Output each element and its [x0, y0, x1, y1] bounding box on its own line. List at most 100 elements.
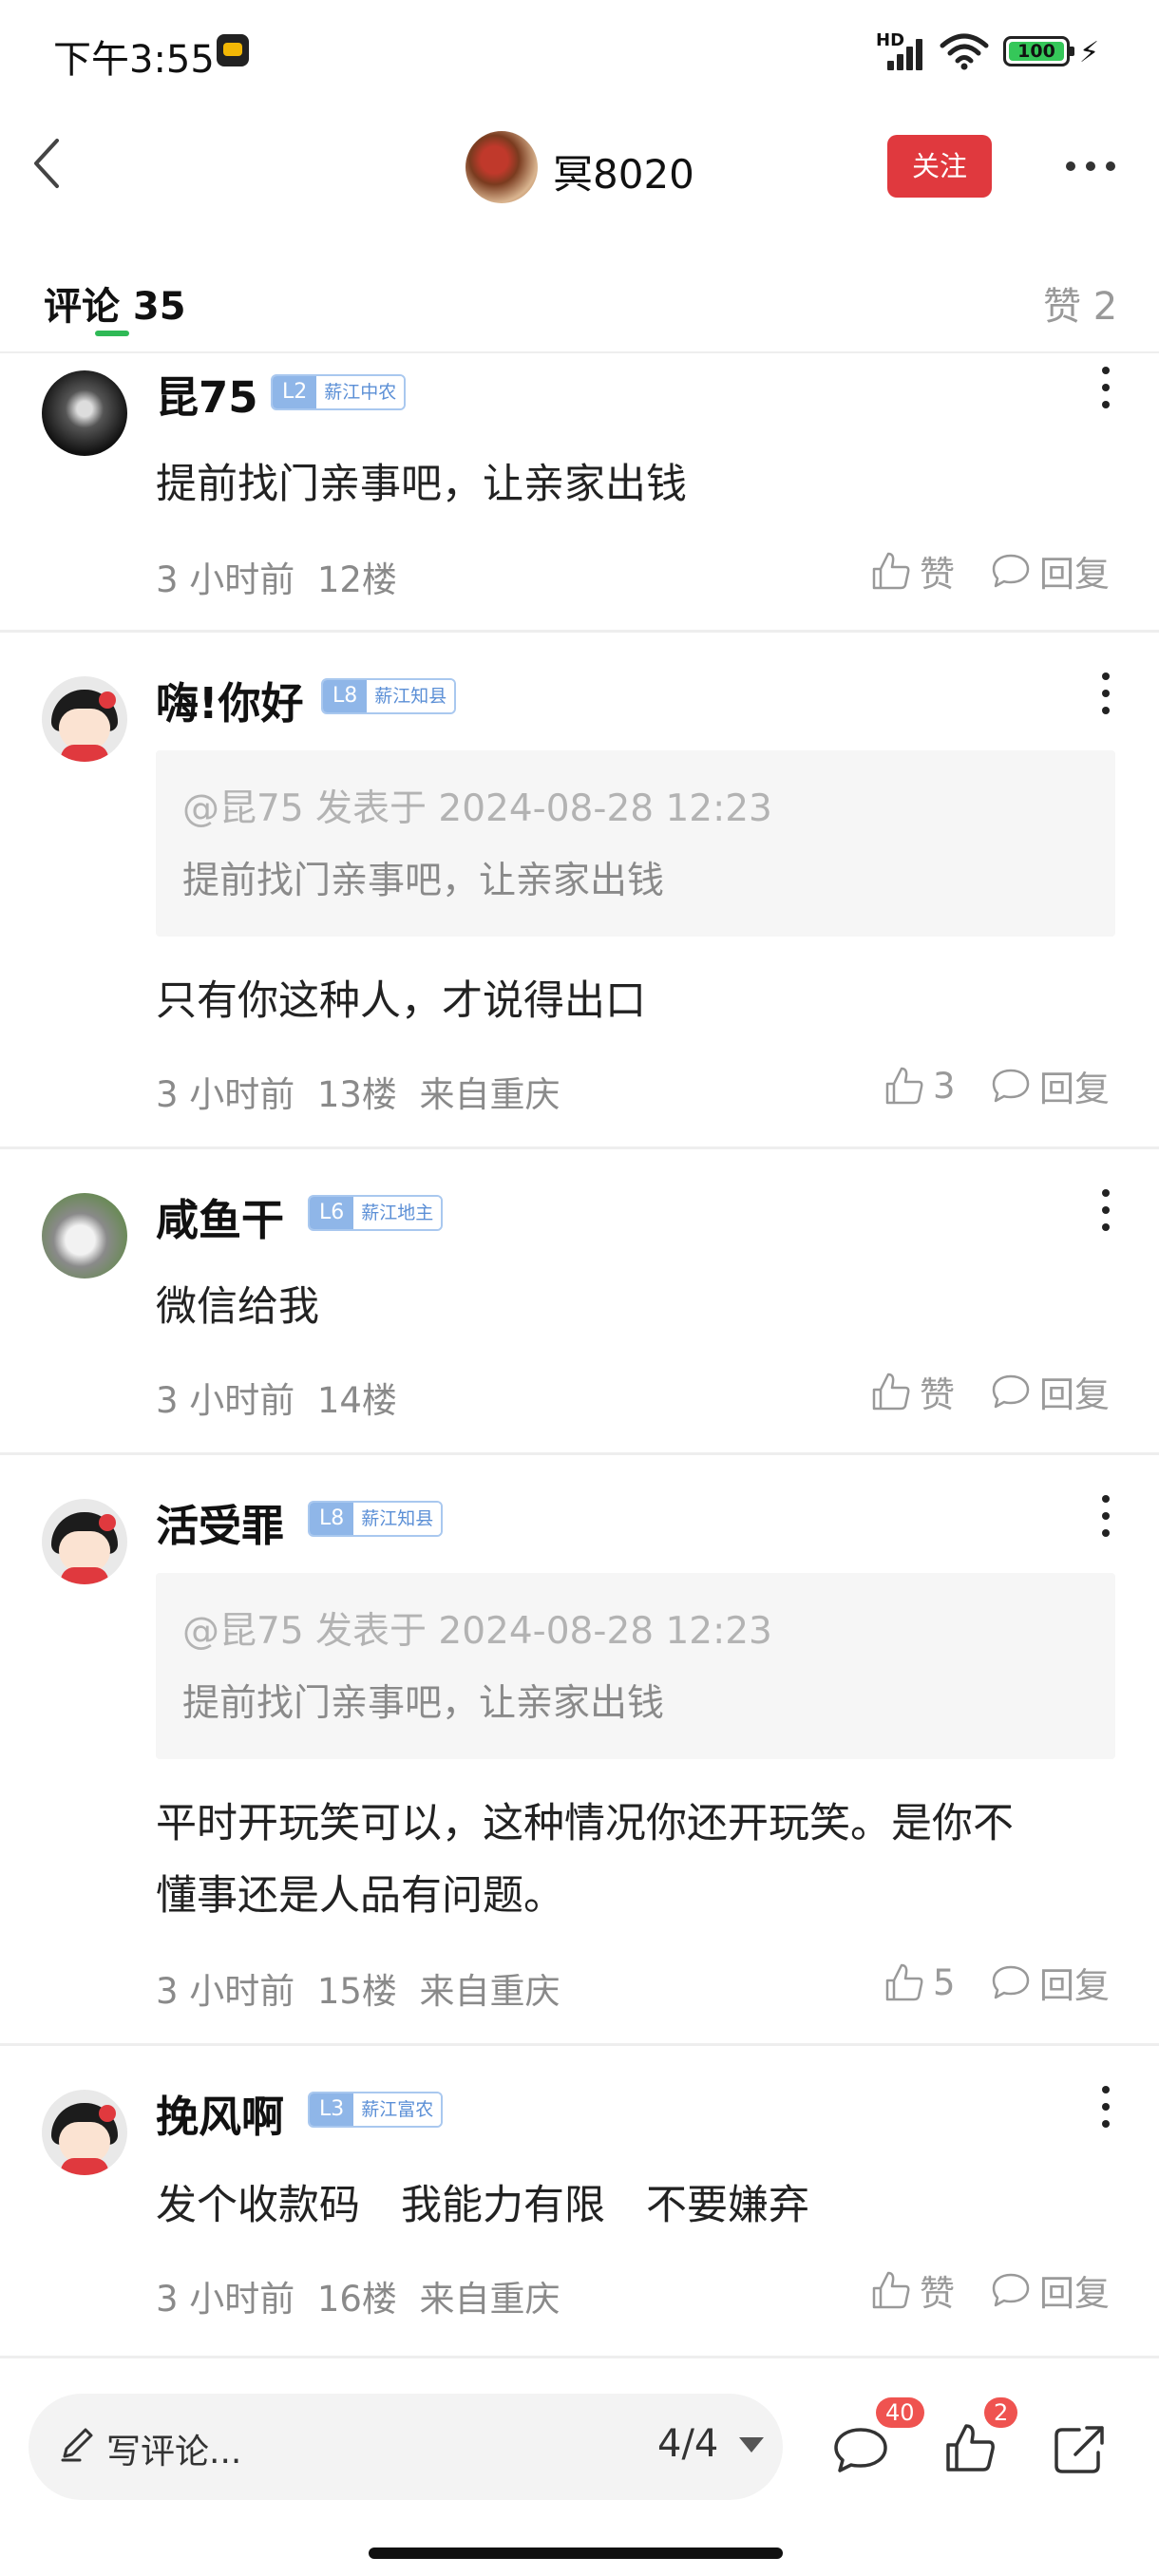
level-title: 薪江地主 [353, 1197, 442, 1229]
reply-label: 回复 [1039, 2273, 1110, 2314]
level-title: 薪江知县 [367, 680, 455, 712]
thumbs-up-icon [872, 2271, 910, 2309]
reply-label: 回复 [1039, 1374, 1110, 1415]
reply-button[interactable]: 回复 [990, 1368, 1110, 1415]
comment-item: 昆75 L2 薪江中农 提前找门亲事吧，让亲家出钱 3 小时前 12楼 赞 回复 [0, 353, 1159, 633]
comment-more-icon[interactable] [1102, 1189, 1112, 1231]
thumbs-up-icon [885, 1963, 923, 2001]
comment-username[interactable]: 咸鱼干 [156, 1185, 284, 1247]
write-comment-placeholder[interactable]: 写评论... [106, 2424, 241, 2473]
more-options-icon[interactable] [1066, 161, 1115, 173]
comment-text: 提前找门亲事吧，让亲家出钱 [156, 461, 687, 508]
level-title: 薪江知县 [353, 1503, 442, 1535]
quote-header: @昆75 发表于 2024-08-28 12:23 [182, 1610, 772, 1653]
level-badge: L8 薪江知县 [321, 678, 457, 714]
comment-more-icon[interactable] [1102, 672, 1112, 714]
share-icon[interactable] [1051, 2422, 1108, 2475]
comment-username[interactable]: 活受罪 [156, 1491, 284, 1553]
tab-likes[interactable]: 赞 2 [1043, 275, 1117, 331]
comment-item: 活受罪 L8 薪江知县 @昆75 发表于 2024-08-28 12:23 提前… [0, 1455, 1159, 2046]
author-avatar[interactable] [466, 131, 538, 203]
comment-floor: 14楼 [316, 1380, 397, 1421]
comment-meta: 3 小时前 13楼 来自重庆 [156, 1066, 560, 1117]
avatar[interactable] [42, 2090, 127, 2175]
comment-floor: 13楼 [316, 1074, 397, 1115]
reply-button[interactable]: 回复 [990, 1959, 1110, 2006]
home-indicator[interactable] [369, 2548, 783, 2559]
page-indicator[interactable]: 4/4 [657, 2422, 718, 2466]
charging-icon: ⚡ [1079, 36, 1100, 69]
quoted-comment[interactable]: @昆75 发表于 2024-08-28 12:23 提前找门亲事吧，让亲家出钱 [156, 750, 1115, 937]
comment-meta: 3 小时前 12楼 [156, 551, 397, 602]
like-button[interactable]: 赞 [870, 1368, 955, 1415]
author-name[interactable]: 冥8020 [553, 142, 694, 200]
avatar[interactable] [42, 676, 127, 762]
reply-label: 回复 [1039, 1965, 1110, 2006]
like-count: 3 [933, 1065, 956, 1107]
comment-meta: 3 小时前 16楼 来自重庆 [156, 2270, 560, 2321]
battery-level: 100 [1009, 42, 1064, 61]
avatar[interactable] [42, 370, 127, 456]
divider [0, 2356, 1159, 2358]
comment-item: 咸鱼干 L6 薪江地主 微信给我 3 小时前 14楼 赞 回复 [0, 1149, 1159, 1455]
follow-button[interactable]: 关注 [887, 135, 992, 198]
comment-location: 来自重庆 [419, 2279, 560, 2320]
level-title: 薪江中农 [316, 376, 405, 408]
comment-floor: 12楼 [316, 559, 397, 600]
quoted-comment[interactable]: @昆75 发表于 2024-08-28 12:23 提前找门亲事吧，让亲家出钱 [156, 1573, 1115, 1759]
like-label: 赞 [920, 2273, 955, 2314]
like-button[interactable]: 5 [884, 1959, 956, 2006]
speech-bubble-icon [992, 554, 1030, 588]
comment-username[interactable]: 昆75 [156, 363, 258, 425]
thumbs-up-icon [885, 1067, 923, 1105]
caret-down-icon[interactable] [739, 2437, 764, 2453]
like-label: 赞 [920, 1374, 955, 1415]
like-button[interactable]: 赞 [870, 547, 955, 595]
reply-button[interactable]: 回复 [990, 547, 1110, 595]
tab-active-indicator [95, 331, 129, 336]
level-badge: L3 薪江富农 [308, 2092, 444, 2128]
speech-bubble-icon [992, 1374, 1030, 1409]
like-count-badge: 2 [984, 2397, 1018, 2428]
comment-time: 3 小时前 [156, 559, 295, 600]
reply-button[interactable]: 回复 [990, 2266, 1110, 2314]
comment-text-line: 懂事还是人品有问题。 [156, 1872, 564, 1920]
level-title: 薪江富农 [353, 2093, 442, 2126]
level-number: L3 [310, 2093, 354, 2126]
level-number: L2 [273, 376, 317, 408]
like-label: 赞 [920, 554, 955, 595]
comment-location: 来自重庆 [419, 1074, 560, 1115]
thumbs-up-icon[interactable] [942, 2420, 998, 2475]
battery-icon: 100 [1003, 36, 1074, 66]
level-number: L8 [323, 680, 368, 712]
reply-label: 回复 [1039, 554, 1110, 595]
speech-bubble-icon [992, 2273, 1030, 2307]
like-button[interactable]: 赞 [870, 2266, 955, 2314]
back-icon[interactable] [28, 135, 66, 192]
comment-meta: 3 小时前 15楼 来自重庆 [156, 1962, 560, 2014]
avatar[interactable] [42, 1499, 127, 1584]
level-badge: L6 薪江地主 [308, 1195, 444, 1231]
comment-time: 3 小时前 [156, 1074, 295, 1115]
comment-icon[interactable] [832, 2422, 889, 2475]
reply-button[interactable]: 回复 [990, 1062, 1110, 1109]
tab-comments[interactable]: 评论 35 [44, 275, 186, 331]
avatar[interactable] [42, 1193, 127, 1279]
comment-more-icon[interactable] [1102, 367, 1112, 408]
comment-count-badge: 40 [876, 2397, 924, 2428]
level-number: L8 [310, 1503, 354, 1535]
status-bar: 下午3:55 HD 100 ⚡ [0, 0, 1159, 104]
level-number: L6 [310, 1197, 354, 1229]
wifi-icon [940, 33, 989, 70]
comment-username[interactable]: 挽风啊 [156, 2082, 284, 2144]
comment-more-icon[interactable] [1102, 1495, 1112, 1537]
comment-time: 3 小时前 [156, 1971, 295, 2012]
comment-item: 挽风啊 L3 薪江富农 发个收款码 我能力有限 不要嫌弃 3 小时前 16楼 来… [0, 2046, 1159, 2356]
comment-meta: 3 小时前 14楼 [156, 1372, 397, 1423]
comment-text: 发个收款码 我能力有限 不要嫌弃 [156, 2182, 809, 2229]
like-button[interactable]: 3 [884, 1062, 956, 1109]
comment-more-icon[interactable] [1102, 2086, 1112, 2128]
comment-floor: 16楼 [316, 2279, 397, 2320]
comment-username[interactable]: 嗨!你好 [156, 669, 304, 730]
thumbs-up-icon [872, 1373, 910, 1411]
